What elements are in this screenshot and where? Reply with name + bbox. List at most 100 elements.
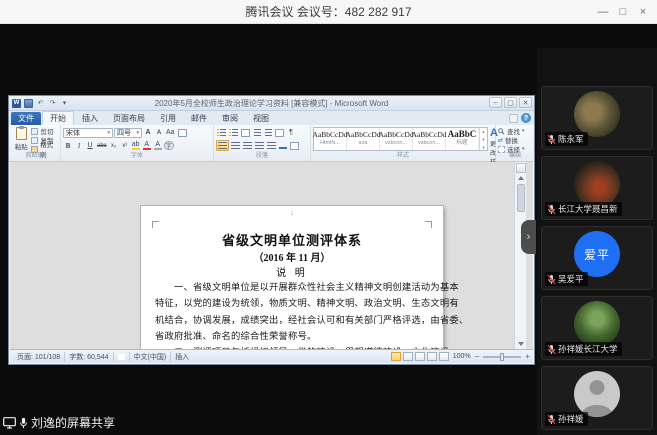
underline-button[interactable]: U: [85, 140, 95, 151]
paragraph-shading-button[interactable]: [278, 140, 288, 151]
show-marks-button[interactable]: ¶: [286, 127, 296, 138]
increase-indent-button[interactable]: [263, 127, 273, 138]
tab-file[interactable]: 文件: [11, 112, 41, 125]
zoom-out-button[interactable]: −: [475, 352, 480, 361]
borders-button[interactable]: [289, 140, 300, 151]
align-left-button[interactable]: [216, 140, 229, 151]
justify-icon: [255, 142, 264, 149]
scroll-thumb[interactable]: [517, 184, 525, 212]
replace-button[interactable]: ⇄ 替换: [498, 136, 532, 144]
word-count[interactable]: 字数: 60,544: [65, 352, 113, 362]
draft-view-button[interactable]: [439, 352, 449, 361]
superscript-button[interactable]: x²: [120, 140, 130, 151]
multilevel-list-button[interactable]: [240, 127, 251, 138]
font-color-button[interactable]: A: [142, 140, 152, 151]
word-minimize-button[interactable]: –: [489, 97, 502, 108]
font-name-select[interactable]: 宋体 ▾: [63, 128, 113, 138]
shading-color-icon: [154, 148, 162, 150]
tab-page-layout[interactable]: 页面布局: [106, 112, 152, 125]
bullets-button[interactable]: [216, 127, 227, 138]
fullscreen-view-button[interactable]: [403, 352, 413, 361]
subscript-button[interactable]: x₂: [109, 140, 119, 151]
bold-button[interactable]: B: [63, 140, 73, 151]
close-button[interactable]: ×: [633, 0, 653, 24]
document-area: ↓ 省级文明单位测评体系 （2016 年 11 月） 说 明 一、省级文明单位是…: [10, 162, 533, 349]
language-indicator[interactable]: 中文(中国): [130, 352, 172, 362]
ruler-toggle-icon[interactable]: [516, 163, 526, 173]
editing-group: 查找 ▾ ⇄ 替换 选择 ▾ 编辑: [496, 125, 534, 161]
word-titlebar: W ↶ ↷ ▾ 2020年5月全校师生政治理论学习资料 [兼容模式] - Mic…: [9, 96, 534, 111]
numbering-button[interactable]: [228, 127, 239, 138]
line-spacing-button[interactable]: [266, 140, 277, 151]
minimize-ribbon-icon[interactable]: [509, 114, 518, 123]
style-item[interactable]: AaBbCcDd vsbcon...: [413, 128, 446, 150]
zoom-slider-thumb[interactable]: [500, 353, 504, 361]
tab-mailings[interactable]: 邮件: [184, 112, 214, 125]
zoom-level[interactable]: 100%: [451, 353, 473, 360]
maximize-button[interactable]: □: [613, 0, 633, 24]
tab-review[interactable]: 审阅: [215, 112, 245, 125]
justify-button[interactable]: [254, 140, 265, 151]
tab-insert[interactable]: 插入: [75, 112, 105, 125]
insert-mode-indicator[interactable]: 插入: [171, 352, 193, 362]
print-layout-view-button[interactable]: [391, 352, 401, 361]
outline-view-button[interactable]: [427, 352, 437, 361]
help-icon[interactable]: ?: [521, 113, 531, 123]
enclose-characters-button[interactable]: 字: [164, 141, 174, 150]
sort-button[interactable]: [274, 127, 285, 138]
increase-indent-icon: [265, 129, 272, 136]
grow-font-button[interactable]: A: [143, 127, 153, 138]
multilevel-list-icon: [241, 129, 250, 137]
participant-tile[interactable]: 孙祥媛长江大学: [541, 296, 653, 360]
style-item[interactable]: AaBbCcDd soa: [347, 128, 380, 150]
paste-button[interactable]: 粘贴: [11, 127, 31, 152]
styles-gallery-scroll[interactable]: ▲▼▼: [479, 128, 487, 150]
tab-view[interactable]: 视图: [246, 112, 276, 125]
document-page[interactable]: ↓ 省级文明单位测评体系 （2016 年 11 月） 说 明 一、省级文明单位是…: [141, 206, 443, 349]
style-item[interactable]: AaBbCcDd HtmlN...: [314, 128, 347, 150]
spellcheck-status[interactable]: [114, 352, 130, 362]
find-button[interactable]: 查找 ▾: [498, 127, 532, 135]
highlight-button[interactable]: ab: [131, 140, 141, 151]
tab-references[interactable]: 引用: [153, 112, 183, 125]
participant-tile[interactable]: 爱平 吴爱平: [541, 226, 653, 290]
scroll-up-icon[interactable]: [518, 176, 524, 180]
document-line: 省政府批准、命名的综合性荣誉称号。: [155, 329, 431, 345]
minimize-button[interactable]: —: [593, 0, 613, 24]
strikethrough-button[interactable]: abc: [96, 140, 108, 151]
muted-mic-icon: [547, 414, 556, 425]
page-indicator[interactable]: 页面: 101/108: [13, 352, 65, 362]
participant-tile[interactable]: 长江大学聂昌新: [541, 156, 653, 220]
align-center-button[interactable]: [230, 140, 241, 151]
vertical-scrollbar[interactable]: [514, 162, 526, 349]
zoom-slider[interactable]: [483, 356, 521, 358]
character-shading-button[interactable]: A: [153, 140, 163, 151]
tab-home[interactable]: 开始: [42, 111, 74, 125]
muted-mic-icon: [547, 204, 556, 215]
font-size-select[interactable]: 四号 ▾: [114, 128, 142, 138]
document-line: 机结合，协调发展，成绩突出，经社会认可和有关部门严格评选，由省委、: [155, 313, 431, 329]
word-close-button[interactable]: ✕: [519, 97, 532, 108]
document-title: 省级文明单位测评体系: [141, 230, 443, 249]
align-center-icon: [231, 142, 240, 149]
italic-button[interactable]: I: [74, 140, 84, 151]
change-case-button[interactable]: Aa: [165, 127, 176, 138]
scroll-down-icon[interactable]: [518, 342, 524, 346]
word-maximize-button[interactable]: ▢: [504, 97, 517, 108]
style-item[interactable]: AaBbCcDd vsbcon...: [380, 128, 413, 150]
zoom-in-button[interactable]: +: [525, 352, 530, 361]
word-statusbar: 页面: 101/108 字数: 60,544 中文(中国) 插入 100% − …: [10, 349, 533, 363]
chevron-right-icon: ›: [527, 231, 531, 243]
participant-tile[interactable]: 陈永军: [541, 86, 653, 150]
shrink-font-button[interactable]: A: [154, 127, 164, 138]
document-heading: 说 明: [141, 264, 443, 279]
decrease-indent-button[interactable]: [252, 127, 262, 138]
style-item[interactable]: AaBbC 标题: [446, 128, 479, 150]
sidebar-collapse-handle[interactable]: ›: [521, 220, 536, 254]
align-right-button[interactable]: [242, 140, 253, 151]
cut-button[interactable]: 剪切: [31, 127, 58, 135]
avatar-initials: 爱平: [584, 246, 610, 263]
clear-formatting-button[interactable]: [177, 127, 188, 138]
participant-tile[interactable]: 孙祥媛: [541, 366, 653, 430]
web-layout-view-button[interactable]: [415, 352, 425, 361]
